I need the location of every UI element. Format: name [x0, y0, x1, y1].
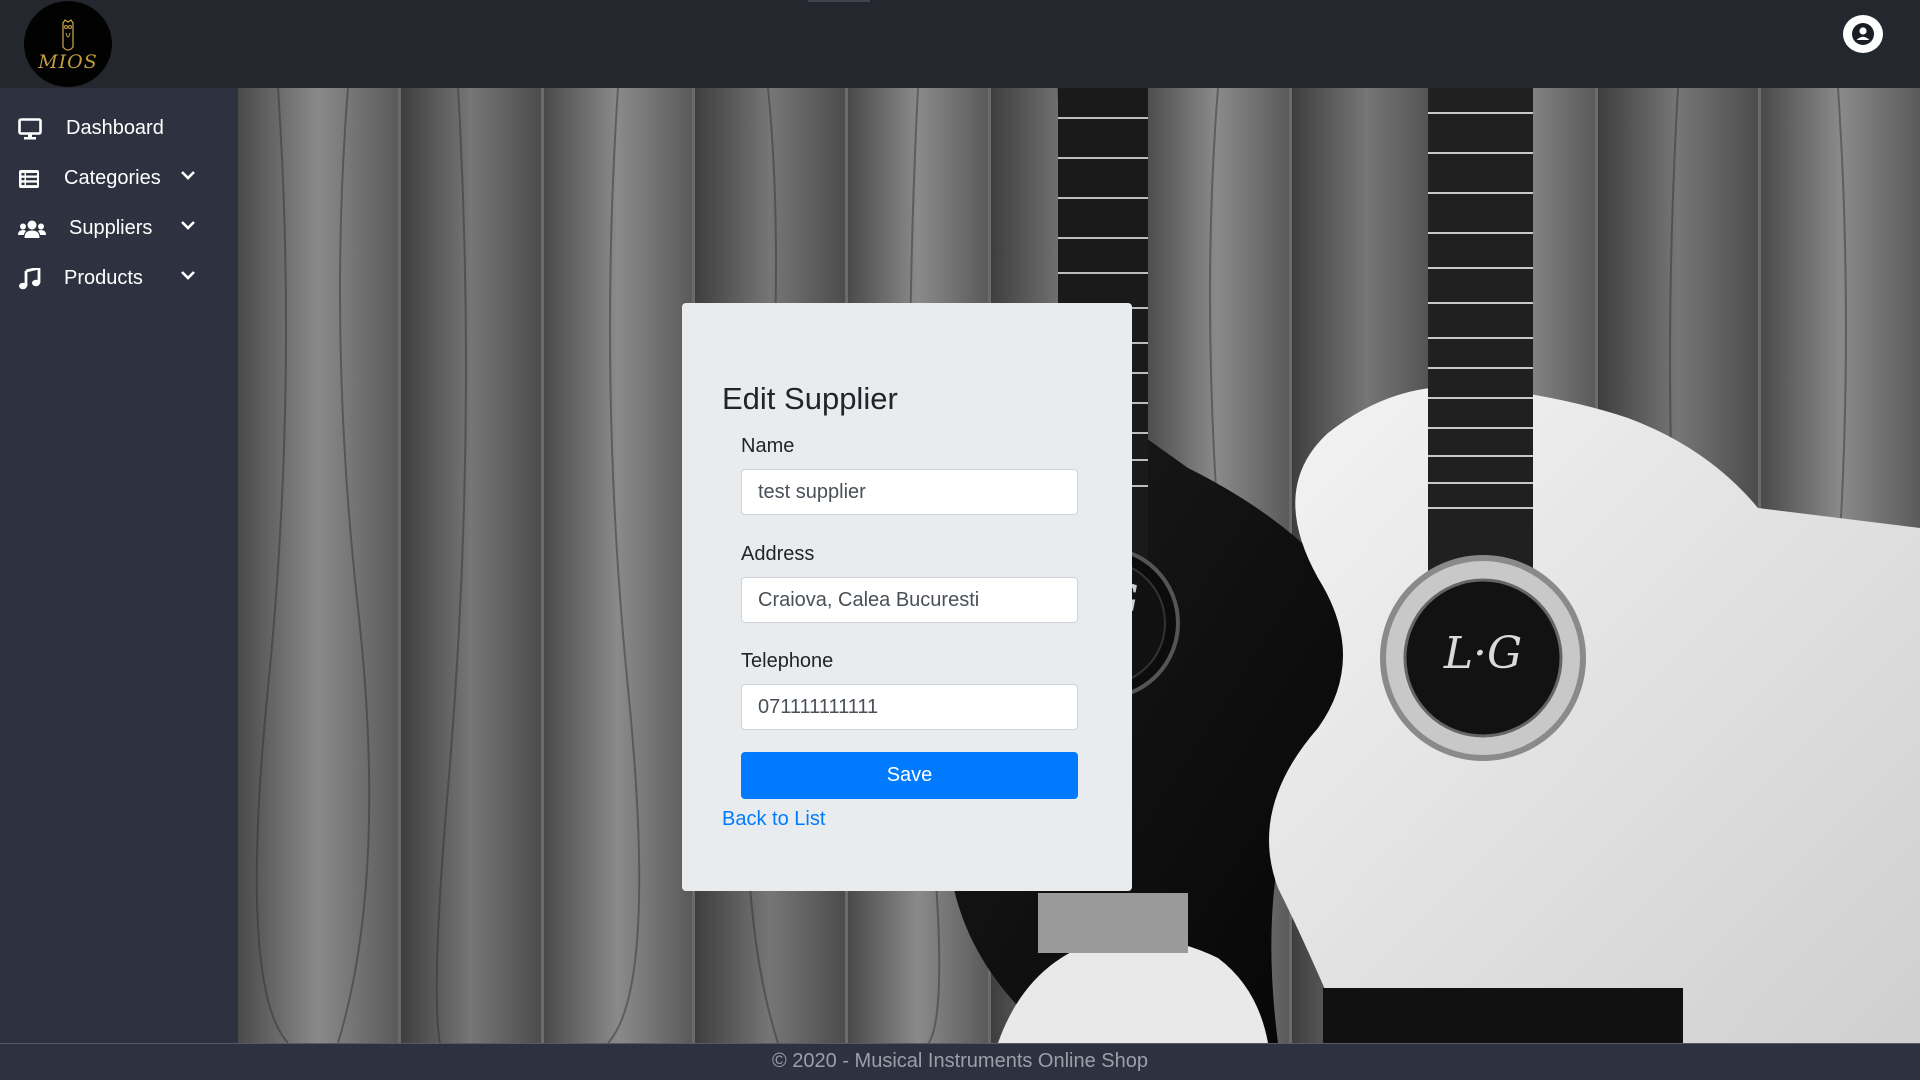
address-field[interactable] — [741, 577, 1078, 623]
sidebar-item-label: Dashboard — [66, 116, 164, 139]
name-field[interactable] — [741, 469, 1078, 515]
edit-supplier-card: Edit Supplier Name Address Telephone Sav… — [682, 303, 1132, 891]
logo-text: MIOS — [38, 51, 98, 73]
brand-logo[interactable]: MIOS — [24, 1, 112, 87]
sidebar-item-dashboard[interactable]: Dashboard — [0, 103, 238, 153]
chevron-down-icon — [181, 271, 195, 280]
name-label: Name — [741, 435, 795, 457]
sidebar-item-categories[interactable]: Categories — [0, 153, 238, 203]
user-account-button[interactable] — [1843, 15, 1883, 53]
background-image: L·G L·G Edit Supplier Name Address Telep… — [238, 88, 1920, 1043]
user-circle-icon — [1852, 23, 1874, 45]
sidebar-item-suppliers[interactable]: Suppliers — [0, 203, 238, 253]
chevron-down-icon — [181, 221, 195, 230]
page-title: Edit Supplier — [722, 381, 898, 416]
footer-copyright: © 2020 - Musical Instruments Online Shop — [771, 1050, 1149, 1072]
sidebar-item-label: Products — [64, 266, 143, 289]
svg-text:L·G: L·G — [1443, 628, 1522, 679]
chevron-down-icon — [181, 171, 195, 180]
top-divider — [808, 0, 870, 2]
music-note-icon — [19, 268, 41, 290]
monitor-icon — [18, 118, 42, 140]
sidebar-item-label: Suppliers — [69, 216, 153, 239]
save-button[interactable]: Save — [741, 752, 1078, 799]
telephone-label: Telephone — [741, 650, 834, 672]
sidebar: Dashboard Categories Suppliers Products — [0, 88, 238, 1043]
sidebar-item-label: Categories — [64, 166, 161, 189]
sidebar-item-products[interactable]: Products — [0, 253, 238, 303]
list-icon — [19, 170, 39, 188]
users-icon — [18, 220, 46, 238]
address-label: Address — [741, 543, 815, 565]
footer: © 2020 - Musical Instruments Online Shop — [0, 1043, 1920, 1080]
top-navbar: MIOS — [0, 0, 1920, 88]
telephone-field[interactable] — [741, 684, 1078, 730]
back-to-list-link[interactable]: Back to List — [722, 808, 825, 831]
